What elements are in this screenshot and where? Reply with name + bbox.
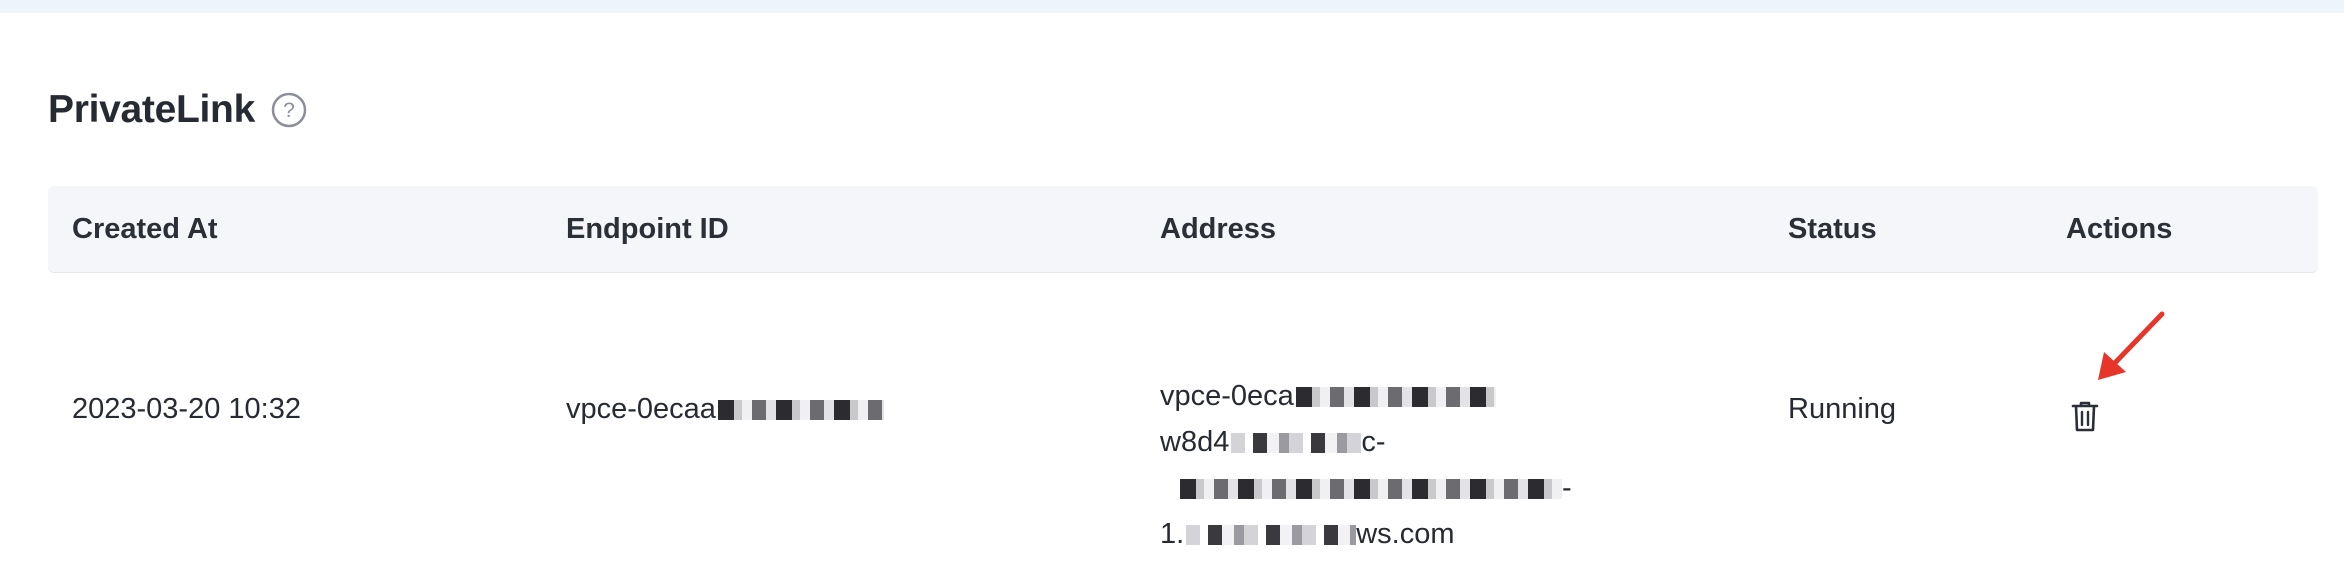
endpoint-id-cell: vpce-0ecaa: [566, 389, 884, 429]
address-line: -: [1160, 465, 1572, 511]
redacted-block: [717, 400, 884, 421]
redacted-block: [1231, 433, 1362, 454]
svg-text:?: ?: [283, 99, 295, 122]
column-header-created-at: Created At: [72, 213, 218, 245]
column-header-address: Address: [1160, 213, 1277, 245]
address-text: -: [1562, 472, 1572, 504]
help-question-icon[interactable]: ?: [271, 92, 307, 128]
address-line: w8d4 c-: [1160, 419, 1572, 465]
redacted-block: [1186, 525, 1357, 546]
endpoint-id-text: vpce-0ecaa: [566, 393, 716, 425]
redacted-block: [1295, 387, 1496, 408]
trash-icon: [2071, 401, 2099, 432]
table-header: Created At Endpoint ID Address Status Ac…: [48, 186, 2318, 273]
page-header: PrivateLink ?: [48, 82, 307, 138]
created-at-cell: 2023-03-20 10:32: [72, 393, 301, 425]
privatelink-table: Created At Endpoint ID Address Status Ac…: [48, 186, 2318, 585]
address-text: 1.: [1160, 518, 1185, 550]
address-line: 1. ws.com: [1160, 511, 1572, 557]
top-banner-strip: [0, 0, 2344, 13]
address-text: w8d4: [1160, 426, 1230, 458]
status-cell: Running: [1788, 393, 1897, 425]
table-row: 2023-03-20 10:32 vpce-0ecaa vpce-0eca w8…: [48, 273, 2318, 585]
address-line: vpce-0eca: [1160, 373, 1572, 419]
column-header-endpoint-id: Endpoint ID: [566, 213, 729, 245]
column-header-actions: Actions: [2066, 213, 2173, 245]
address-text: ws.com: [1356, 518, 1455, 550]
address-text: c-: [1361, 426, 1386, 458]
redacted-block: [1180, 479, 1562, 500]
address-text: vpce-0eca: [1160, 380, 1294, 412]
delete-button[interactable]: [2068, 397, 2102, 435]
column-header-status: Status: [1788, 213, 1877, 245]
address-cell: vpce-0eca w8d4 c- - 1. ws.com: [1160, 373, 1572, 557]
page-title: PrivateLink: [48, 88, 255, 131]
